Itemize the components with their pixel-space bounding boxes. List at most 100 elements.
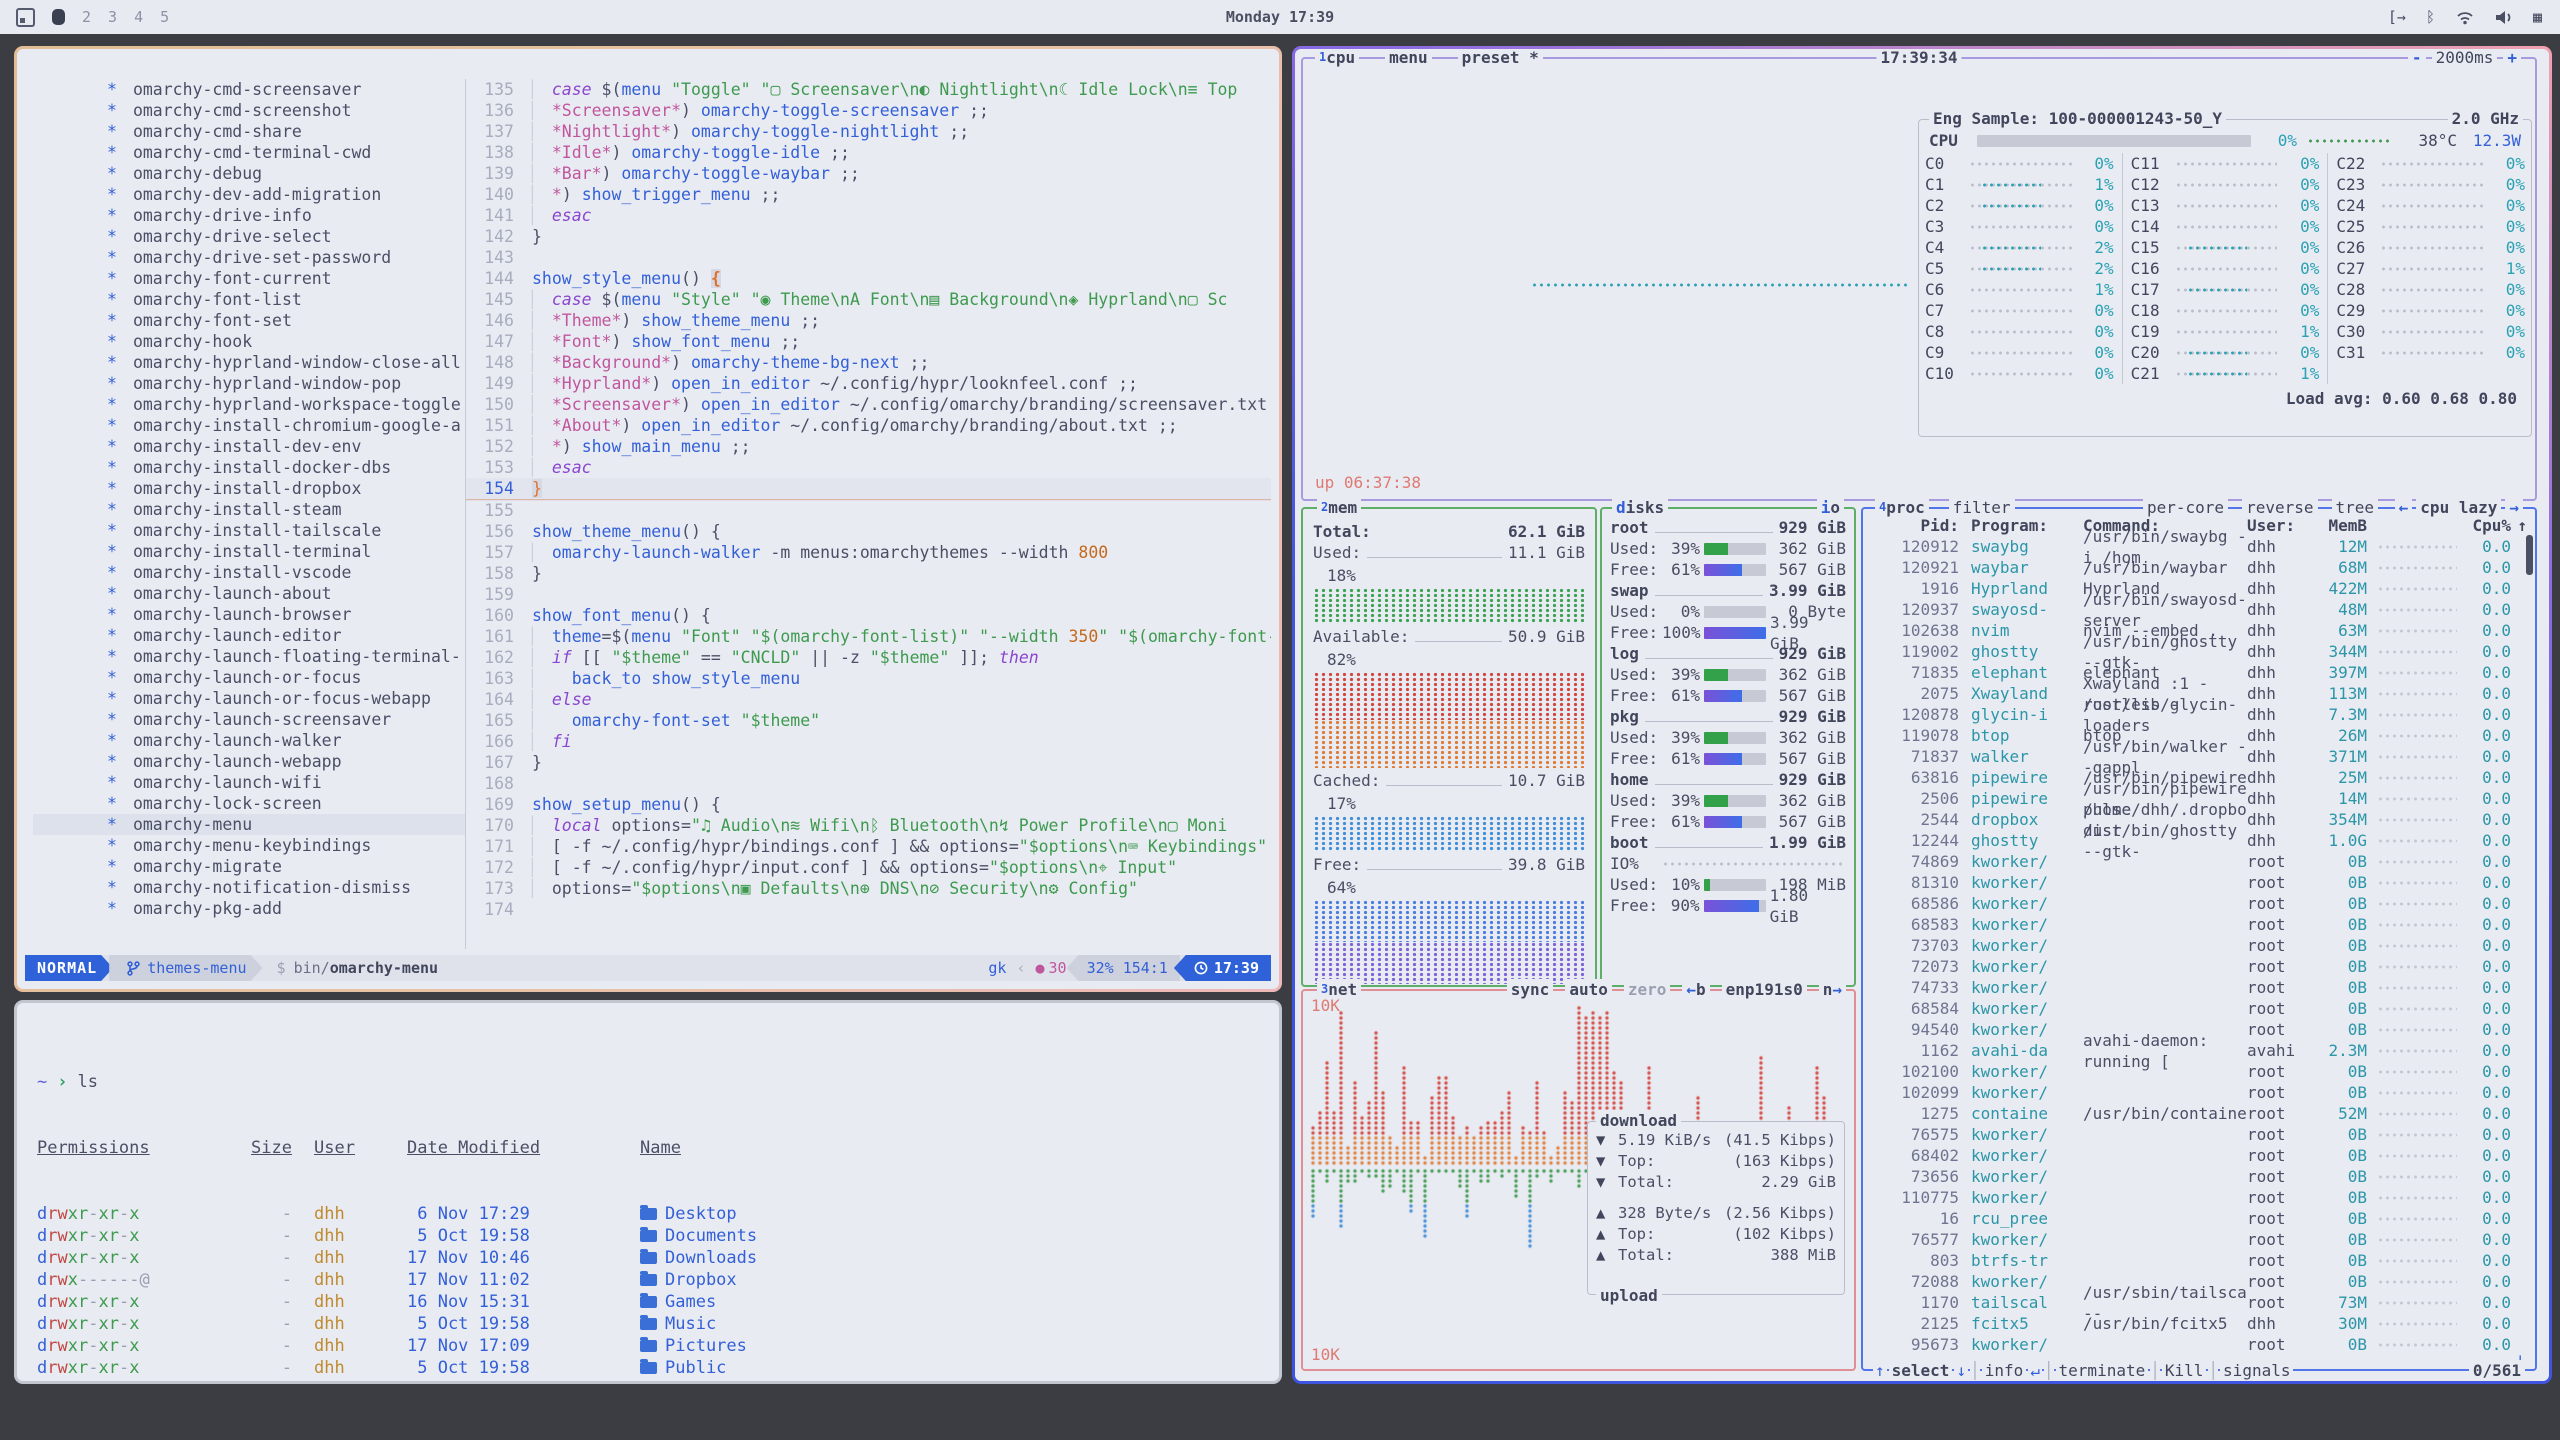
info-button[interactable]: info: [1982, 1360, 2027, 1381]
tree-item[interactable]: *omarchy-font-list: [33, 289, 465, 310]
tree-item[interactable]: *omarchy-launch-browser: [33, 604, 465, 625]
process-row[interactable]: 73656kworker/root0B0.0: [1863, 1166, 2535, 1187]
process-row[interactable]: 81310kworker/root0B0.0: [1863, 872, 2535, 893]
tree-item[interactable]: *omarchy-install-dev-env: [33, 436, 465, 457]
io-toggle[interactable]: io: [1817, 497, 1844, 518]
process-row[interactable]: 12244ghostty/usr/bin/ghostty --gtk-dhh1.…: [1863, 830, 2535, 851]
menu-button[interactable]: menu: [1385, 49, 1432, 68]
process-row[interactable]: 76575kworker/root0B0.0: [1863, 1124, 2535, 1145]
per-core-toggle[interactable]: per-core: [2143, 497, 2228, 518]
process-row[interactable]: 120912swaybg/usr/bin/swaybg -i /homdhh12…: [1863, 536, 2535, 557]
tree-item[interactable]: *omarchy-install-tailscale: [33, 520, 465, 541]
neovim[interactable]: *omarchy-cmd-screensaver*omarchy-cmd-scr…: [33, 79, 1271, 949]
filter-button[interactable]: filter: [1949, 497, 2015, 518]
tree-item[interactable]: *omarchy-launch-or-focus: [33, 667, 465, 688]
tree-item[interactable]: *omarchy-install-vscode: [33, 562, 465, 583]
tree-item[interactable]: *omarchy-dev-add-migration: [33, 184, 465, 205]
wifi-icon[interactable]: [2455, 10, 2475, 25]
workspace-active-indicator[interactable]: [52, 9, 65, 25]
signals-button[interactable]: signals: [2220, 1360, 2293, 1381]
tree-item[interactable]: *omarchy-drive-select: [33, 226, 465, 247]
shell-terminal[interactable]: ~ › ls Permissions Size User Date Modifi…: [17, 1003, 1279, 1381]
tree-item[interactable]: *omarchy-debug: [33, 163, 465, 184]
tree-item[interactable]: *omarchy-cmd-screensaver: [33, 79, 465, 100]
process-row[interactable]: 71837walker/usr/bin/walker --gappldhh371…: [1863, 746, 2535, 767]
tree-item[interactable]: *omarchy-install-chromium-google-a: [33, 415, 465, 436]
process-row[interactable]: 120937swayosd-/usr/bin/swayosd-serverdhh…: [1863, 599, 2535, 620]
tree-item[interactable]: *omarchy-install-steam: [33, 499, 465, 520]
tree-item[interactable]: *omarchy-launch-wifi: [33, 772, 465, 793]
bluetooth-icon[interactable]: ᛒ: [2426, 8, 2435, 26]
terminate-button[interactable]: terminate: [2056, 1360, 2149, 1381]
tree-item[interactable]: *omarchy-install-docker-dbs: [33, 457, 465, 478]
process-row[interactable]: 1162avahi-daavahi-daemon: running [avahi…: [1863, 1040, 2535, 1061]
process-row[interactable]: 72073kworker/root0B0.0: [1863, 956, 2535, 977]
process-row[interactable]: 73703kworker/root0B0.0: [1863, 935, 2535, 956]
tree-item[interactable]: *omarchy-cmd-share: [33, 121, 465, 142]
workspace-4[interactable]: 4: [134, 8, 143, 26]
tree-item[interactable]: *omarchy-install-dropbox: [33, 478, 465, 499]
process-row[interactable]: 1170tailscal/usr/sbin/tailscaled --root7…: [1863, 1292, 2535, 1313]
editor-terminal[interactable]: *omarchy-cmd-screensaver*omarchy-cmd-scr…: [17, 49, 1279, 989]
tree-item[interactable]: *omarchy-pkg-add: [33, 898, 465, 919]
preset-button[interactable]: preset *: [1458, 49, 1543, 68]
tree-item[interactable]: *omarchy-launch-floating-terminal-: [33, 646, 465, 667]
process-list[interactable]: 120912swaybg/usr/bin/swaybg -i /homdhh12…: [1863, 536, 2535, 1355]
tree-item[interactable]: *omarchy-drive-set-password: [33, 247, 465, 268]
process-row[interactable]: 95673kworker/root0B0.0: [1863, 1334, 2535, 1355]
process-row[interactable]: 68584kworker/root0B0.0: [1863, 998, 2535, 1019]
tree-item[interactable]: *omarchy-notification-dismiss: [33, 877, 465, 898]
tree-item[interactable]: *omarchy-cmd-terminal-cwd: [33, 142, 465, 163]
shell-output[interactable]: ~ › ls Permissions Size User Date Modifi…: [37, 1027, 1267, 1371]
proc-scrollbar[interactable]: [2526, 535, 2533, 575]
process-row[interactable]: 803btrfs-trroot0B0.0: [1863, 1250, 2535, 1271]
process-row[interactable]: 120921waybar/usr/bin/waybardhh68M0.0: [1863, 557, 2535, 578]
process-row[interactable]: 119002ghostty/usr/bin/ghostty --gtk-dhh3…: [1863, 641, 2535, 662]
volume-icon[interactable]: [2495, 10, 2513, 25]
sort-next-button[interactable]: →: [2505, 497, 2523, 518]
process-row[interactable]: 74733kworker/root0B0.0: [1863, 977, 2535, 998]
reverse-toggle[interactable]: reverse: [2242, 497, 2317, 518]
process-row[interactable]: 120878glycin-i/usr/lib/glycin-loadersdhh…: [1863, 704, 2535, 725]
process-row[interactable]: 1275containe/usr/bin/containerdroot52M0.…: [1863, 1103, 2535, 1124]
process-row[interactable]: 110775kworker/root0B0.0: [1863, 1187, 2535, 1208]
tree-item[interactable]: *omarchy-migrate: [33, 856, 465, 877]
tree-item[interactable]: *omarchy-hook: [33, 331, 465, 352]
tree-item[interactable]: *omarchy-drive-info: [33, 205, 465, 226]
tree-item[interactable]: *omarchy-launch-webapp: [33, 751, 465, 772]
tree-item[interactable]: *omarchy-install-terminal: [33, 541, 465, 562]
keyboard-icon[interactable]: ▦: [2533, 8, 2542, 26]
code-buffer[interactable]: 135▏ case $(menu "Toggle" "▢ Screensaver…: [466, 79, 1271, 949]
tree-item[interactable]: *omarchy-cmd-screenshot: [33, 100, 465, 121]
tree-item[interactable]: *omarchy-hyprland-window-close-all: [33, 352, 465, 373]
process-row[interactable]: 76577kworker/root0B0.0: [1863, 1229, 2535, 1250]
tree-item[interactable]: *omarchy-lock-screen: [33, 793, 465, 814]
tree-item[interactable]: *omarchy-menu-keybindings: [33, 835, 465, 856]
process-row[interactable]: 68583kworker/root0B0.0: [1863, 914, 2535, 935]
tree-item[interactable]: *omarchy-hyprland-window-pop: [33, 373, 465, 394]
select-down-key[interactable]: ↓: [1954, 1360, 1968, 1381]
process-row[interactable]: 2125fcitx5/usr/bin/fcitx5dhh30M0.0: [1863, 1313, 2535, 1334]
process-row[interactable]: 16rcu_preeroot0B0.0: [1863, 1208, 2535, 1229]
process-row[interactable]: 68402kworker/root0B0.0: [1863, 1145, 2535, 1166]
workspace-indicators[interactable]: 2 3 4 5: [0, 8, 169, 27]
file-tree[interactable]: *omarchy-cmd-screensaver*omarchy-cmd-scr…: [33, 79, 465, 949]
tree-item[interactable]: *omarchy-font-current: [33, 268, 465, 289]
tree-item[interactable]: *omarchy-launch-or-focus-webapp: [33, 688, 465, 709]
screen-share-icon[interactable]: [→: [2388, 8, 2406, 26]
kill-button[interactable]: Kill: [2162, 1360, 2207, 1381]
process-row[interactable]: 102099kworker/root0B0.0: [1863, 1082, 2535, 1103]
select-up-key[interactable]: ↑: [1873, 1360, 1887, 1381]
tree-item[interactable]: *omarchy-launch-about: [33, 583, 465, 604]
tree-item[interactable]: *omarchy-launch-screensaver: [33, 709, 465, 730]
interval-plus-button[interactable]: +: [2503, 49, 2521, 68]
tree-item[interactable]: *omarchy-font-set: [33, 310, 465, 331]
workspace-3[interactable]: 3: [108, 8, 117, 26]
tree-toggle[interactable]: tree: [2332, 497, 2379, 518]
process-row[interactable]: 68586kworker/root0B0.0: [1863, 893, 2535, 914]
sort-prev-button[interactable]: ←: [2395, 497, 2413, 518]
btop-terminal[interactable]: 1cpu menu preset * 17:39:34 - 2000ms + u…: [1295, 49, 2549, 1381]
workspace-2[interactable]: 2: [82, 8, 91, 26]
tree-item[interactable]: *omarchy-launch-walker: [33, 730, 465, 751]
tree-item[interactable]: *omarchy-hyprland-workspace-toggle: [33, 394, 465, 415]
